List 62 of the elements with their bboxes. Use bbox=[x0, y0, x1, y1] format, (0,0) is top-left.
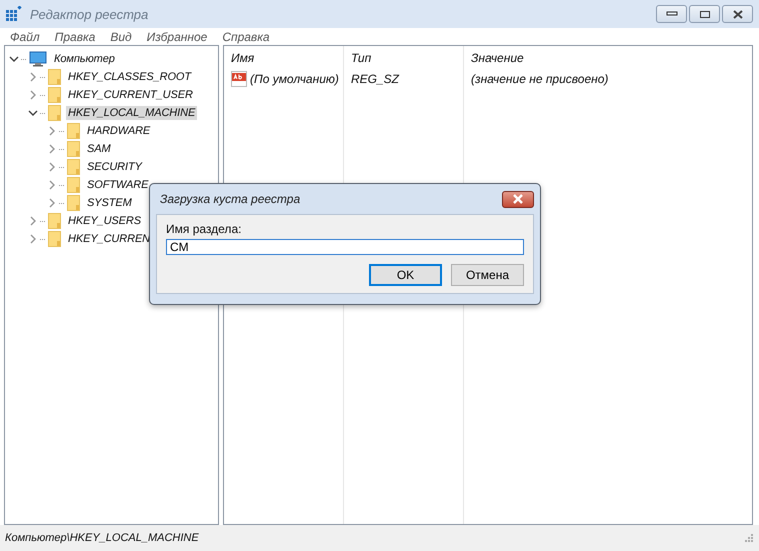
maximize-button[interactable] bbox=[689, 5, 720, 23]
dialog-button[interactable]: OK bbox=[369, 264, 442, 286]
close-icon bbox=[512, 194, 524, 204]
expand-chevron-icon[interactable] bbox=[47, 162, 57, 172]
string-value-icon bbox=[231, 71, 247, 87]
column-header[interactable]: Имя bbox=[224, 51, 344, 65]
folder-icon bbox=[48, 87, 61, 103]
tree-item[interactable]: HKEY_CURREN bbox=[66, 232, 152, 246]
folder-icon bbox=[48, 231, 61, 247]
tree-item[interactable]: Компьютер bbox=[52, 52, 117, 66]
maximize-icon bbox=[698, 10, 710, 18]
field-label: Имя раздела: bbox=[166, 222, 242, 236]
tree-item[interactable]: HKEY_CURRENT_USER bbox=[66, 88, 195, 102]
value-type: REG_SZ bbox=[350, 72, 400, 86]
menu-item[interactable]: Вид bbox=[110, 30, 132, 44]
expand-chevron-icon[interactable] bbox=[28, 234, 38, 244]
folder-icon bbox=[67, 195, 80, 211]
tree-item[interactable]: SAM bbox=[85, 142, 113, 156]
tree-item[interactable]: SYSTEM bbox=[85, 196, 134, 210]
collapse-chevron-icon[interactable] bbox=[28, 108, 38, 118]
tree-item[interactable]: HKEY_LOCAL_MACHINE bbox=[66, 106, 198, 120]
close-button[interactable] bbox=[722, 5, 753, 23]
expand-chevron-icon[interactable] bbox=[47, 180, 57, 190]
expand-chevron-icon[interactable] bbox=[47, 198, 57, 208]
tree-item[interactable]: HARDWARE bbox=[85, 124, 152, 138]
close-icon bbox=[732, 10, 744, 18]
status-path: Компьютер\HKEY_LOCAL_MACHINE bbox=[5, 532, 199, 544]
expand-chevron-icon[interactable] bbox=[28, 72, 38, 82]
expand-chevron-icon[interactable] bbox=[28, 90, 38, 100]
dialog-title: Загрузка куста реестра bbox=[160, 192, 300, 206]
expand-chevron-icon[interactable] bbox=[28, 216, 38, 226]
folder-icon bbox=[67, 141, 80, 157]
computer-icon bbox=[29, 51, 47, 67]
column-header[interactable]: Значение bbox=[464, 51, 524, 65]
expand-chevron-icon[interactable] bbox=[47, 144, 57, 154]
minimize-button[interactable] bbox=[656, 5, 687, 23]
folder-icon bbox=[67, 123, 80, 139]
close-button[interactable] bbox=[502, 190, 534, 208]
window-title: Редактор реестра bbox=[30, 6, 148, 22]
value-name[interactable]: (По умолчанию) bbox=[250, 72, 339, 86]
folder-icon bbox=[67, 159, 80, 175]
tree-item[interactable]: SECURITY bbox=[85, 160, 144, 174]
menu-item[interactable]: Правка bbox=[54, 30, 96, 44]
folder-icon bbox=[67, 177, 80, 193]
collapse-chevron-icon[interactable] bbox=[9, 54, 19, 64]
folder-icon bbox=[48, 213, 61, 229]
column-header[interactable]: Тип bbox=[344, 51, 464, 65]
value-data: (значение не присвоено) bbox=[470, 72, 608, 86]
menu-item[interactable]: Файл bbox=[10, 30, 40, 44]
expand-chevron-icon[interactable] bbox=[47, 126, 57, 136]
tree-item[interactable]: SOFTWARE bbox=[85, 178, 150, 192]
dialog-button[interactable]: Отмена bbox=[451, 264, 524, 286]
tree-item[interactable]: HKEY_USERS bbox=[66, 214, 143, 228]
key-name-field[interactable]: CM bbox=[166, 239, 524, 255]
menu-item[interactable]: Справка bbox=[222, 30, 270, 44]
minimize-icon bbox=[666, 11, 678, 17]
tree-item[interactable]: HKEY_CLASSES_ROOT bbox=[66, 70, 194, 84]
registry-icon bbox=[6, 6, 22, 22]
menu-item[interactable]: Избранное bbox=[146, 30, 208, 44]
folder-icon bbox=[48, 69, 61, 85]
resize-grip-icon[interactable] bbox=[745, 534, 754, 542]
folder-icon bbox=[48, 105, 61, 121]
